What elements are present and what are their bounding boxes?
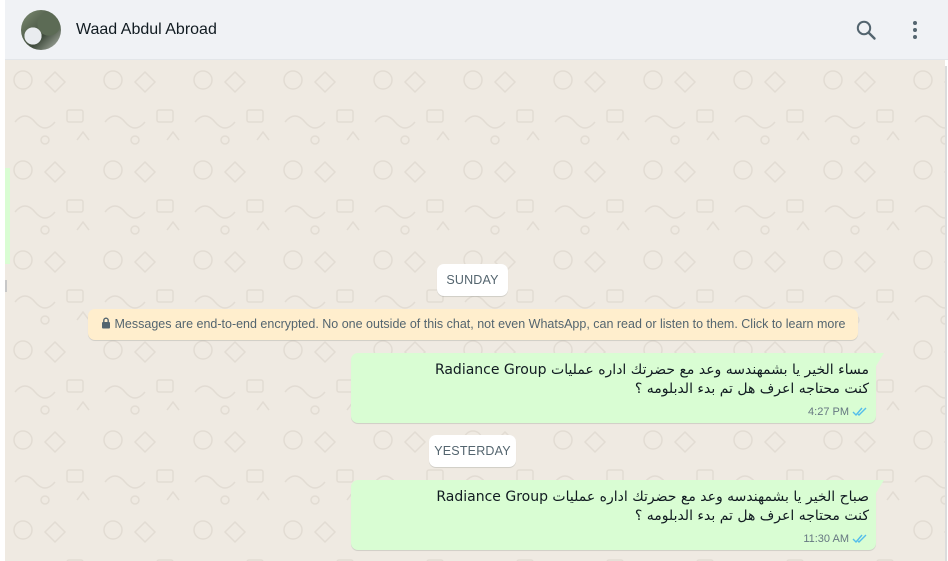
message-text-line: كنت محتاجه اعرف هل تم بدء الدبلومه ؟ (634, 508, 869, 524)
read-ticks-icon (852, 407, 867, 417)
day-label-sunday: SUNDAY (437, 264, 508, 296)
contact-name[interactable]: Waad Abdul Abroad (76, 21, 217, 39)
lock-icon (101, 317, 110, 329)
menu-icon[interactable] (903, 18, 927, 42)
contact-avatar[interactable] (21, 10, 61, 50)
message-text-line: صباح الخير يا بشمهندسه وعد مع حضرتك ادار… (436, 489, 869, 505)
edge-highlight (5, 168, 10, 264)
bubble-tail (876, 480, 884, 493)
encryption-notice[interactable]: Messages are end-to-end encrypted. No on… (88, 309, 858, 340)
scrollbar[interactable] (945, 66, 947, 561)
message-time: 4:27 PM (808, 406, 849, 418)
day-label-yesterday: YESTERDAY (429, 435, 516, 467)
message-bubble-outgoing[interactable]: مساء الخير يا بشمهندسه وعد مع حضرتك ادار… (351, 353, 884, 423)
read-ticks-icon (852, 534, 867, 544)
edge-marker (5, 280, 7, 292)
message-text-line: كنت محتاجه اعرف هل تم بدء الدبلومه ؟ (634, 381, 869, 397)
bubble-tail (876, 353, 884, 366)
search-icon[interactable] (854, 18, 878, 42)
message-meta: 11:30 AM (803, 533, 868, 545)
message-bubble-outgoing[interactable]: صباح الخير يا بشمهندسه وعد مع حضرتك ادار… (351, 480, 884, 550)
chat-panel[interactable]: SUNDAY Messages are end-to-end encrypted… (5, 60, 945, 561)
chat-header: Waad Abdul Abroad (5, 0, 948, 60)
message-meta: 4:27 PM (808, 406, 868, 418)
message-time: 11:30 AM (803, 533, 849, 545)
encryption-notice-text: Messages are end-to-end encrypted. No on… (114, 317, 846, 331)
message-text-line: مساء الخير يا بشمهندسه وعد مع حضرتك ادار… (434, 362, 869, 378)
